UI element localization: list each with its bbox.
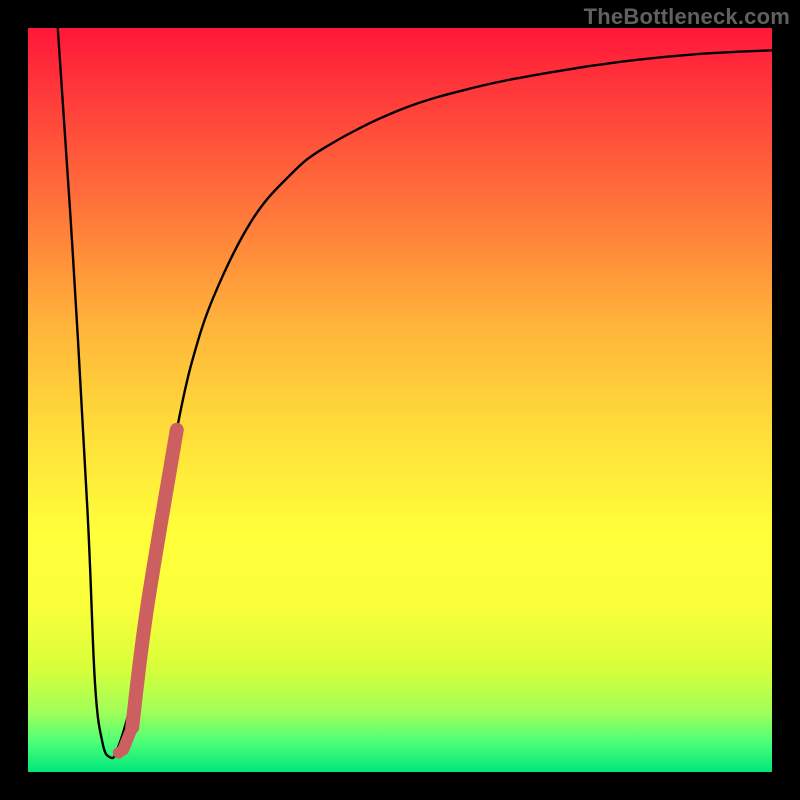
- highlight-segment: [113, 430, 177, 759]
- highlight-dot: [128, 707, 140, 719]
- chart-svg: [28, 28, 772, 772]
- plot-area: [28, 28, 772, 772]
- bottleneck-curve: [58, 28, 772, 758]
- chart-frame: TheBottleneck.com: [0, 0, 800, 800]
- watermark-text: TheBottleneck.com: [584, 4, 790, 30]
- highlight-connector: [123, 727, 132, 749]
- highlight-bar: [132, 430, 177, 728]
